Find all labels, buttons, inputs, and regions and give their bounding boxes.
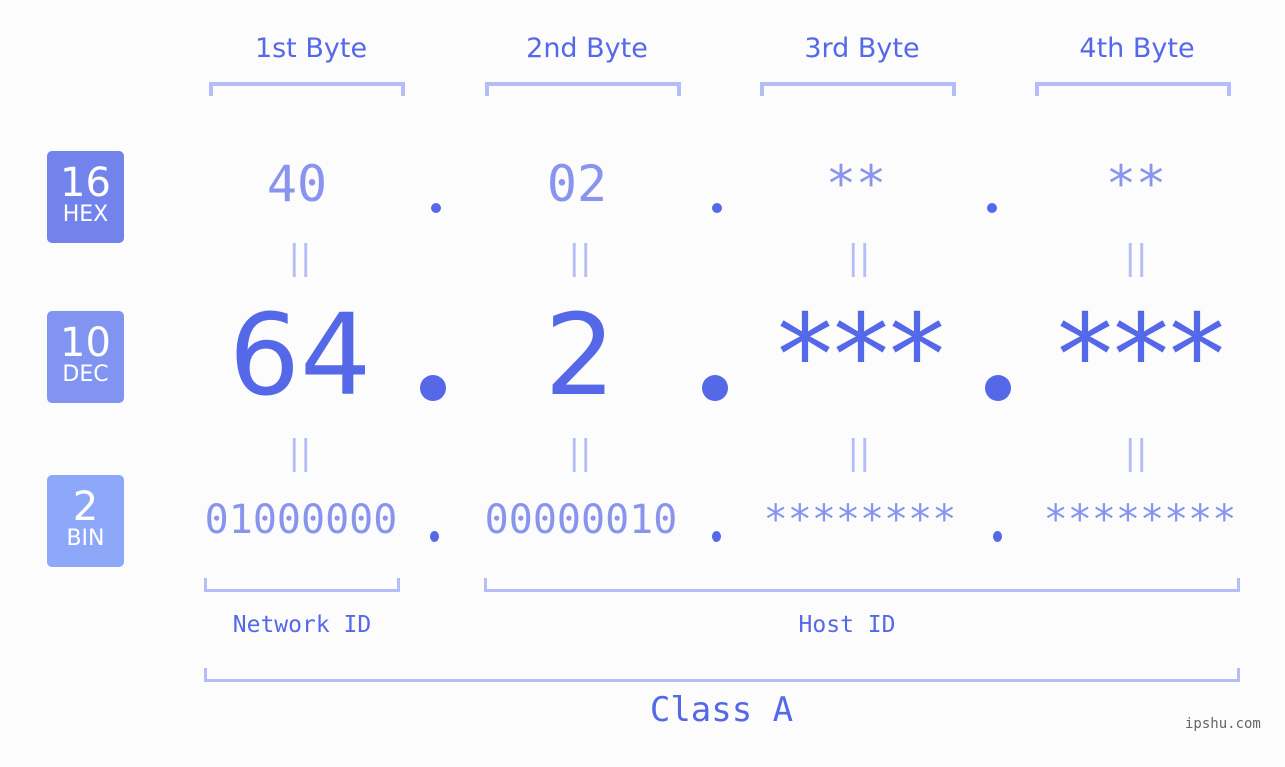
dec-badge: 10 DEC	[47, 311, 124, 403]
class-bracket	[204, 668, 1240, 682]
dec-badge-number: 10	[60, 320, 111, 366]
dec-value-2: 2	[544, 291, 616, 421]
bin-value-2: 00000010	[484, 497, 678, 543]
byte-bracket-1	[209, 82, 405, 96]
hex-value-2: 02	[546, 155, 608, 213]
equals-icon: ||	[847, 433, 871, 473]
class-label: Class A	[649, 690, 794, 730]
byte-bracket-4	[1035, 82, 1231, 96]
equals-icon: ||	[288, 238, 312, 278]
bin-dot-2	[712, 531, 721, 542]
dec-dot-1	[420, 375, 446, 401]
byte-header-1: 1st Byte	[254, 33, 368, 64]
bin-badge: 2 BIN	[47, 475, 124, 567]
equals-icon: ||	[1124, 238, 1148, 278]
hex-badge-number: 16	[60, 160, 111, 206]
byte-header-3: 3rd Byte	[804, 33, 920, 64]
hex-dot-3	[987, 203, 997, 213]
equals-icon: ||	[568, 238, 592, 278]
hex-value-4: **	[1105, 155, 1167, 213]
hex-dot-2	[712, 203, 722, 213]
bin-value-4: ********	[1043, 497, 1237, 543]
dec-value-3: ***	[777, 291, 945, 421]
dec-value-1: 64	[228, 291, 372, 421]
bin-value-1: 01000000	[204, 497, 398, 543]
byte-header-4: 4th Byte	[1079, 33, 1195, 64]
bin-value-3: ********	[763, 497, 957, 543]
network-id-label: Network ID	[232, 612, 372, 638]
hex-badge: 16 HEX	[47, 151, 124, 243]
equals-icon: ||	[1124, 433, 1148, 473]
network-id-bracket	[204, 578, 400, 592]
hex-badge-label: HEX	[62, 202, 109, 227]
byte-header-2: 2nd Byte	[526, 33, 648, 64]
hex-value-1: 40	[266, 155, 328, 213]
dec-dot-3	[985, 375, 1011, 401]
byte-bracket-3	[760, 82, 956, 96]
dec-dot-2	[702, 375, 728, 401]
host-id-bracket	[484, 578, 1240, 592]
host-id-label: Host ID	[798, 612, 896, 638]
dec-badge-label: DEC	[62, 362, 109, 387]
equals-icon: ||	[568, 433, 592, 473]
bin-dot-1	[430, 531, 439, 542]
hex-value-3: **	[825, 155, 887, 213]
bin-badge-number: 2	[72, 484, 99, 530]
hex-dot-1	[431, 203, 441, 213]
equals-icon: ||	[288, 433, 312, 473]
watermark: ipshu.com	[1185, 716, 1261, 732]
equals-icon: ||	[847, 238, 871, 278]
bin-badge-label: BIN	[66, 526, 105, 551]
bin-dot-3	[993, 531, 1002, 542]
dec-value-4: ***	[1057, 291, 1225, 421]
byte-bracket-2	[485, 82, 681, 96]
